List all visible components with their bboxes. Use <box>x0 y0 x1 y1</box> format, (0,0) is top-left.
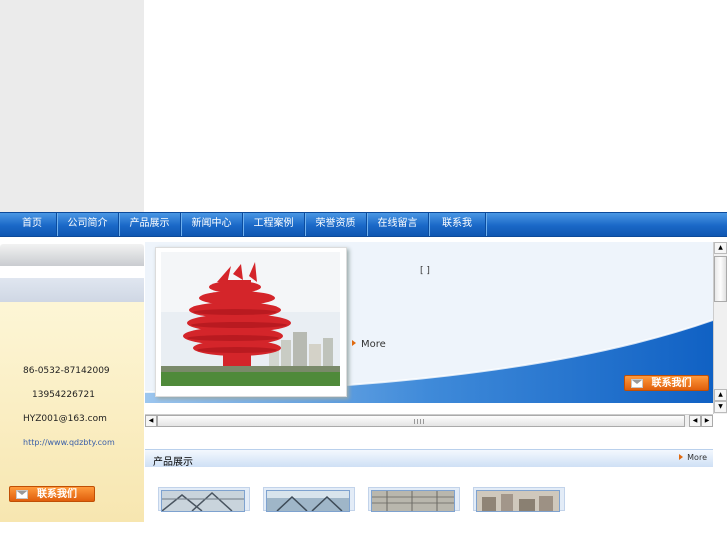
banner-more-link[interactable]: More <box>352 339 386 350</box>
scroll-up-arrow-icon[interactable]: ▲ <box>714 242 727 254</box>
scroll-right-arrow-icon[interactable]: ▶ <box>701 415 713 427</box>
contact-website-link[interactable]: http://www.qdzbty.com <box>23 438 115 447</box>
landmark-photo-frame <box>155 247 347 397</box>
product-thumbnail[interactable] <box>158 487 250 512</box>
scroll-left-arrow-icon[interactable]: ◀ <box>145 415 157 427</box>
nav-item-products[interactable]: 产品展示 <box>119 213 181 236</box>
scroll-up-arrow-icon[interactable]: ▲ <box>714 389 727 401</box>
main-nav-bar: 首页 公司简介 产品展示 新闻中心 工程案例 荣誉资质 在线留言 联系我 <box>0 212 727 237</box>
nav-item-message[interactable]: 在线留言 <box>367 213 429 236</box>
left-top-panel <box>0 0 144 212</box>
intro-banner: [ ] More 联系我们 <box>145 242 713 403</box>
left-column-subheader <box>0 278 144 302</box>
nav-item-about[interactable]: 公司简介 <box>57 213 119 236</box>
scroll-left-arrow-icon[interactable]: ◀ <box>689 415 701 427</box>
contact-phone: 86-0532-87142009 <box>23 366 110 376</box>
may-fourth-sculpture-photo <box>161 252 340 386</box>
arrow-right-icon <box>679 454 684 460</box>
nav-item-cases[interactable]: 工程案例 <box>243 213 305 236</box>
products-more-link[interactable]: More <box>679 453 707 462</box>
scroll-grip-icon <box>414 419 426 424</box>
contact-email: HYZ001@163.com <box>23 414 107 424</box>
banner-horizontal-scrollbar[interactable]: ◀ ◀ ▶ <box>145 414 713 427</box>
nav-item-news[interactable]: 新闻中心 <box>181 213 243 236</box>
arrow-right-icon <box>352 340 356 346</box>
vertical-scroll-thumb[interactable] <box>714 256 727 302</box>
horizontal-scroll-thumb[interactable] <box>157 415 685 427</box>
product-thumbnail[interactable] <box>263 487 355 512</box>
product-image <box>476 490 560 512</box>
banner-contact-us-label: 联系我们 <box>651 378 692 389</box>
contact-mobile: 13954226721 <box>32 390 95 400</box>
banner-contact-us-button[interactable]: 联系我们 <box>624 375 709 391</box>
left-column-header <box>0 244 144 266</box>
product-image <box>371 490 455 512</box>
left-contact-column: 86-0532-87142009 13954226721 HYZ001@163.… <box>0 242 144 522</box>
product-image <box>161 490 245 512</box>
product-thumbnail[interactable] <box>368 487 460 512</box>
product-image <box>266 490 350 512</box>
banner-bracket-text: [ ] <box>420 266 430 276</box>
left-contact-us-label: 联系我们 <box>37 489 77 500</box>
products-section-header: 产品展示 More <box>145 449 713 468</box>
banner-more-label: More <box>361 339 386 350</box>
product-thumbnail[interactable] <box>473 487 565 512</box>
left-contact-us-button[interactable]: 联系我们 <box>9 486 95 502</box>
banner-vertical-scrollbar[interactable]: ▲ ▲ ▼ <box>713 242 727 414</box>
scroll-down-arrow-icon[interactable]: ▼ <box>714 401 727 413</box>
nav-item-honors[interactable]: 荣誉资质 <box>305 213 367 236</box>
nav-item-home[interactable]: 首页 <box>8 213 57 236</box>
products-more-label: More <box>687 453 707 462</box>
products-section-title: 产品展示 <box>153 457 193 468</box>
nav-item-contact[interactable]: 联系我 <box>429 213 486 236</box>
